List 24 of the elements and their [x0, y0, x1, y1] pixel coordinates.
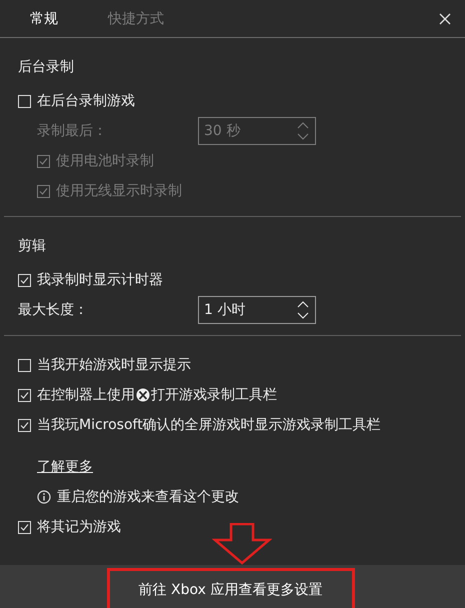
checkbox-label: 当我开始游戏时显示提示 — [37, 356, 191, 374]
tab[interactable]: 常规 — [30, 6, 58, 32]
checkbox-label: 我录制时显示计时器 — [37, 271, 163, 289]
section-heading: 剪辑 — [18, 237, 47, 256]
checkbox-label: 打开游戏录制工具栏 — [151, 386, 277, 404]
field-label: 最大长度： — [18, 301, 89, 319]
checkbox-label: 在后台录制游戏 — [37, 92, 135, 110]
checkbox-label: 在控制器上使用 — [37, 386, 135, 404]
up-down-arrows-icon — [297, 121, 309, 141]
checkbox-label: 使用无线显示时录制 — [56, 182, 182, 200]
checkbox-label: 当我玩Microsoft确认的全屏游戏时显示游戏录制工具栏 — [37, 416, 381, 434]
info-text: 重启您的游戏来查看这个更改 — [57, 488, 239, 506]
close-icon[interactable] — [439, 12, 451, 24]
learn-more-link[interactable]: 了解更多 — [37, 458, 93, 476]
up-down-arrows-icon — [297, 300, 309, 320]
checkbox-label: 使用电池时录制 — [56, 152, 154, 170]
section-heading: 后台录制 — [18, 58, 75, 77]
checkbox-label: 将其记为游戏 — [37, 518, 121, 536]
xbox-icon — [136, 388, 150, 402]
info-icon — [37, 490, 51, 504]
time-spinner[interactable]: 1 小时 — [198, 296, 316, 324]
xbox-settings-button[interactable]: 前往 Xbox 应用查看更多设置 — [106, 568, 354, 608]
field-label: 录制最后： — [37, 122, 108, 140]
down-arrow-drawing — [212, 523, 272, 565]
